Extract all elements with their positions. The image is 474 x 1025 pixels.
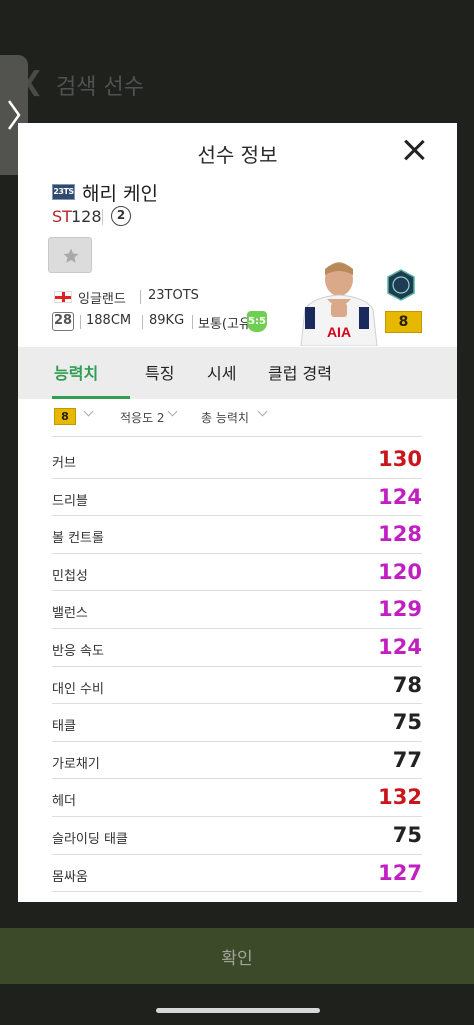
- divider: [52, 436, 422, 437]
- season-badge: 23TS: [52, 184, 75, 200]
- total-stats-filter[interactable]: 총 능력치: [201, 409, 249, 426]
- stat-value: 127: [378, 860, 422, 885]
- divider: [142, 315, 143, 329]
- england-flag-icon: [54, 291, 72, 303]
- tab-bar: 능력치 특징 시세 클럽 경력: [18, 347, 457, 399]
- stat-value: 75: [392, 822, 422, 847]
- favorite-button[interactable]: [48, 237, 92, 273]
- svg-text:AIA: AIA: [327, 324, 351, 340]
- home-indicator: [156, 1008, 320, 1013]
- stat-value: 129: [378, 597, 422, 622]
- stat-row: 볼 컨트롤 128: [52, 516, 422, 554]
- confirm-label: 확인: [221, 949, 253, 969]
- tab-club-history[interactable]: 클럽 경력: [268, 360, 332, 384]
- stat-row: 대인 수비 78: [52, 667, 422, 705]
- stat-name: 태클: [52, 719, 76, 735]
- player-name: 해리 케인: [82, 183, 158, 205]
- stat-name: 가로채기: [52, 756, 100, 772]
- confirm-button[interactable]: 확인: [0, 928, 474, 984]
- divider: [80, 315, 81, 329]
- level-badge: 8: [385, 311, 422, 333]
- close-icon[interactable]: [401, 137, 427, 163]
- background-header: ❮ 검색 선수: [0, 55, 474, 115]
- stat-row: 커브 130: [52, 441, 422, 479]
- stat-value: 77: [392, 747, 422, 772]
- tab-price[interactable]: 시세: [207, 360, 236, 384]
- tab-traits[interactable]: 특징: [145, 360, 174, 384]
- divider: [102, 209, 103, 225]
- stat-row: 슬라이딩 태클 75: [52, 817, 422, 855]
- club-season-label: 23TOTS: [148, 288, 199, 303]
- stat-name: 슬라이딩 태클: [52, 831, 128, 847]
- chevron-down-icon[interactable]: [84, 410, 94, 420]
- tots-logo-icon: [387, 269, 415, 301]
- modal-title: 선수 정보: [197, 143, 278, 167]
- stat-value: 130: [378, 447, 422, 471]
- stat-row: 헤더 132: [52, 779, 422, 817]
- stat-name: 민첩성: [52, 568, 88, 584]
- stat-name: 몸싸움: [52, 869, 88, 885]
- stat-name: 반응 속도: [52, 643, 104, 659]
- divider: [192, 315, 193, 329]
- chevron-down-icon[interactable]: [168, 410, 178, 420]
- stat-row: 몸싸움 127: [52, 855, 422, 893]
- stat-value: 124: [378, 484, 422, 509]
- grade-badge: 2: [111, 206, 131, 226]
- divider: [140, 290, 141, 304]
- stat-row: 반응 속도 124: [52, 629, 422, 667]
- player-ovr: 128: [71, 207, 102, 226]
- stat-row: 민첩성 120: [52, 554, 422, 592]
- stat-value: 128: [378, 522, 422, 547]
- stat-row: 드리블 124: [52, 479, 422, 517]
- stat-value: 124: [378, 634, 422, 659]
- stat-name: 볼 컨트롤: [52, 531, 104, 547]
- player-info-modal: 선수 정보 23TS 해리 케인 ST 128 2 잉글랜드 23TOTS 28…: [18, 123, 457, 902]
- stat-list: 커브 130 드리블 124 볼 컨트롤 128 민첩성 120 밸런스 129 반응 속…: [52, 441, 422, 893]
- foot-badge: 5:5: [247, 311, 267, 332]
- stat-name: 대인 수비: [52, 681, 104, 697]
- age-badge: 28: [52, 312, 74, 331]
- stat-name: 밸런스: [52, 606, 88, 622]
- tab-stats[interactable]: 능력치: [54, 360, 98, 384]
- background-title: 검색 선수: [56, 75, 144, 100]
- chevron-down-icon[interactable]: [258, 410, 268, 420]
- filter-bar: 8 적응도 2 총 능력치: [18, 399, 457, 435]
- stat-name: 커브: [52, 456, 76, 471]
- stat-value: 120: [378, 559, 422, 584]
- stat-value: 132: [378, 785, 422, 810]
- stat-value: 78: [392, 672, 422, 697]
- height-label: 188CM: [86, 313, 132, 328]
- level-filter[interactable]: 8: [54, 408, 76, 425]
- weight-label: 89KG: [149, 313, 185, 328]
- star-icon: [63, 248, 79, 263]
- adaptability-filter[interactable]: 적응도 2: [120, 409, 165, 426]
- stat-name: 헤더: [52, 794, 76, 810]
- player-portrait-image: AIA: [291, 253, 383, 346]
- stat-name: 드리블: [52, 493, 88, 509]
- stat-row: 가로채기 77: [52, 742, 422, 780]
- stat-value: 75: [392, 710, 422, 735]
- nation-label: 잉글랜드: [78, 292, 126, 307]
- stat-row: 태클 75: [52, 704, 422, 742]
- player-position: ST: [52, 207, 72, 226]
- stat-row: 밸런스 129: [52, 591, 422, 629]
